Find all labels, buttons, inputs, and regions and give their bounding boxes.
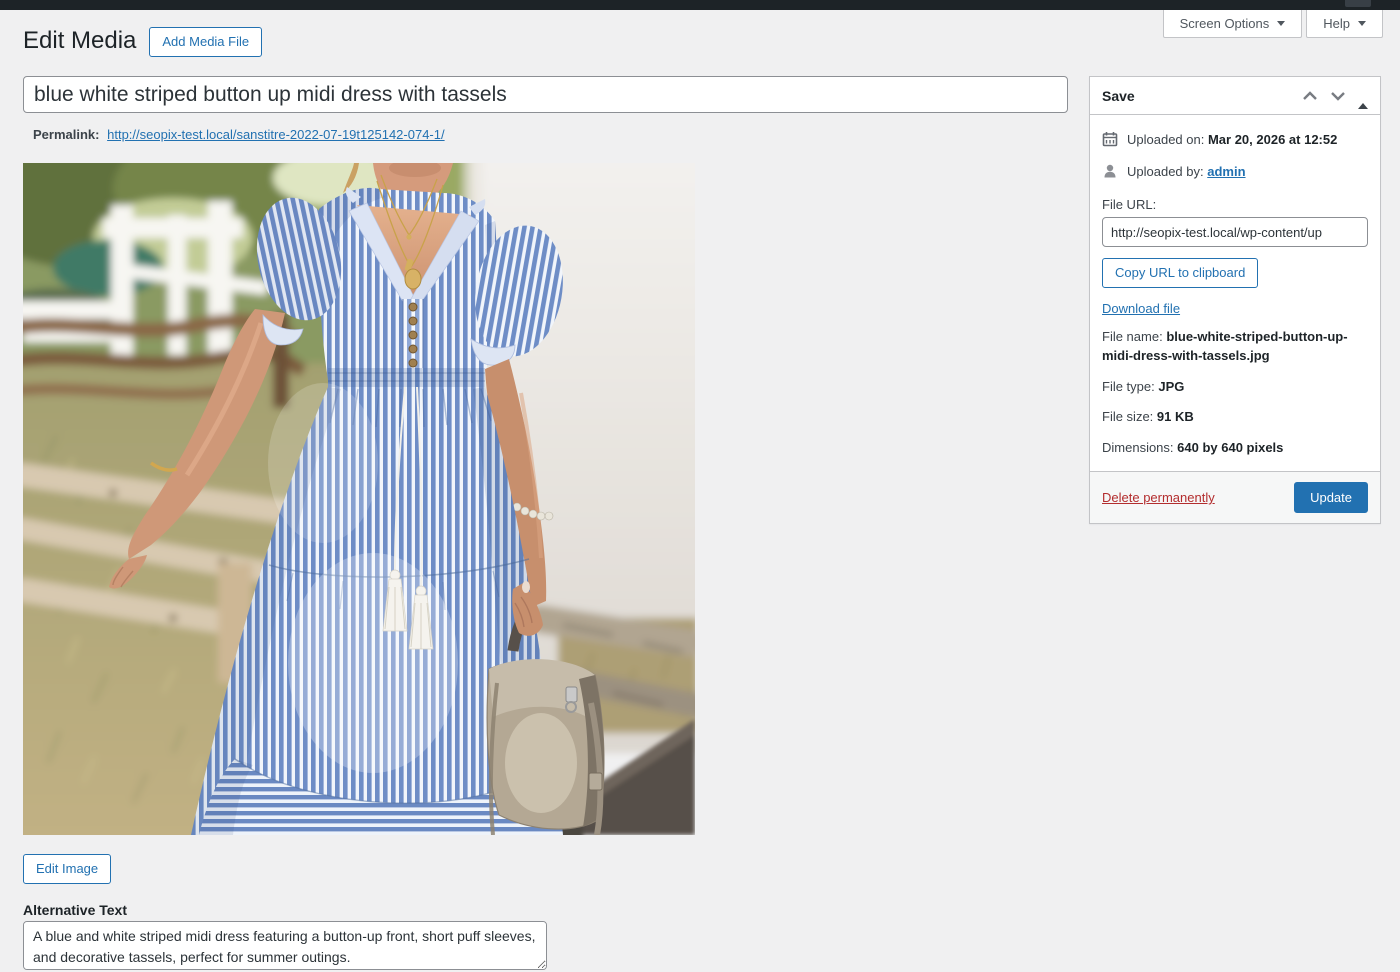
file-url-label: File URL: (1102, 187, 1368, 217)
download-file-link[interactable]: Download file (1102, 301, 1180, 316)
screen-meta-links: Screen Options Help (1163, 10, 1383, 38)
chevron-down-icon (1277, 21, 1285, 26)
file-type-value: JPG (1158, 379, 1184, 394)
uploaded-by-text: Uploaded by: admin (1127, 164, 1246, 179)
delete-permanently-link[interactable]: Delete permanently (1102, 490, 1215, 505)
file-size-line: File size: 91 KB (1102, 398, 1368, 429)
copy-url-button[interactable]: Copy URL to clipboard (1102, 258, 1258, 288)
media-title-input[interactable] (23, 76, 1068, 113)
save-metabox-footer: Delete permanently Update (1090, 471, 1380, 523)
admin-bar (0, 0, 1400, 10)
attachment-photo-svg (23, 163, 695, 835)
alt-text-label: Alternative Text (23, 902, 127, 918)
screen-options-label: Screen Options (1180, 16, 1270, 31)
chevron-down-icon (1358, 21, 1366, 26)
uploaded-on-text: Uploaded on: Mar 20, 2026 at 12:52 (1127, 132, 1337, 147)
save-metabox: Save Uploaded on: (1089, 76, 1381, 524)
permalink-link[interactable]: http://seopix-test.local/sanstitre-2022-… (107, 127, 444, 142)
file-type-label: File type: (1102, 379, 1155, 394)
update-button[interactable]: Update (1294, 482, 1368, 513)
file-size-value: 91 KB (1157, 409, 1194, 424)
edit-image-button[interactable]: Edit Image (23, 854, 111, 884)
download-file-row: Download file (1102, 288, 1368, 318)
uploaded-on-value: Mar 20, 2026 at 12:52 (1208, 132, 1337, 147)
file-size-label: File size: (1102, 409, 1153, 424)
file-url-input[interactable] (1102, 217, 1368, 247)
uploaded-by-row: Uploaded by: admin (1102, 155, 1368, 187)
permalink: Permalink: http://seopix-test.local/sans… (33, 127, 445, 142)
uploaded-by-label: Uploaded by: (1127, 164, 1204, 179)
calendar-icon (1102, 131, 1118, 147)
dimensions-value: 640 by 640 pixels (1177, 440, 1283, 455)
file-name-line: File name: blue-white-striped-button-up-… (1102, 318, 1368, 368)
save-metabox-body: Uploaded on: Mar 20, 2026 at 12:52 Uploa… (1090, 115, 1380, 471)
move-up-icon[interactable] (1302, 91, 1318, 101)
help-label: Help (1323, 16, 1350, 31)
help-tab[interactable]: Help (1306, 10, 1383, 38)
page-title: Edit Media (23, 27, 136, 56)
user-icon (1102, 163, 1118, 179)
page-header: Edit Media Add Media File (23, 27, 262, 57)
attachment-photo (23, 163, 695, 835)
add-media-file-button[interactable]: Add Media File (149, 27, 262, 57)
uploaded-by-link[interactable]: admin (1207, 164, 1245, 179)
file-name-label: File name: (1102, 329, 1163, 344)
uploaded-on-row: Uploaded on: Mar 20, 2026 at 12:52 (1102, 123, 1368, 155)
permalink-label: Permalink: (33, 127, 99, 142)
save-metabox-title: Save (1102, 88, 1135, 104)
uploaded-on-label: Uploaded on: (1127, 132, 1204, 147)
file-type-line: File type: JPG (1102, 368, 1368, 399)
metabox-handle-actions (1302, 91, 1368, 101)
dimensions-line: Dimensions: 640 by 640 pixels (1102, 429, 1368, 460)
save-metabox-header[interactable]: Save (1090, 77, 1380, 115)
admin-bar-fragment (1345, 0, 1371, 7)
move-down-icon[interactable] (1330, 91, 1346, 101)
dimensions-label: Dimensions: (1102, 440, 1174, 455)
screen-options-tab[interactable]: Screen Options (1163, 10, 1303, 38)
alt-text-input[interactable]: A blue and white striped midi dress feat… (23, 921, 547, 970)
